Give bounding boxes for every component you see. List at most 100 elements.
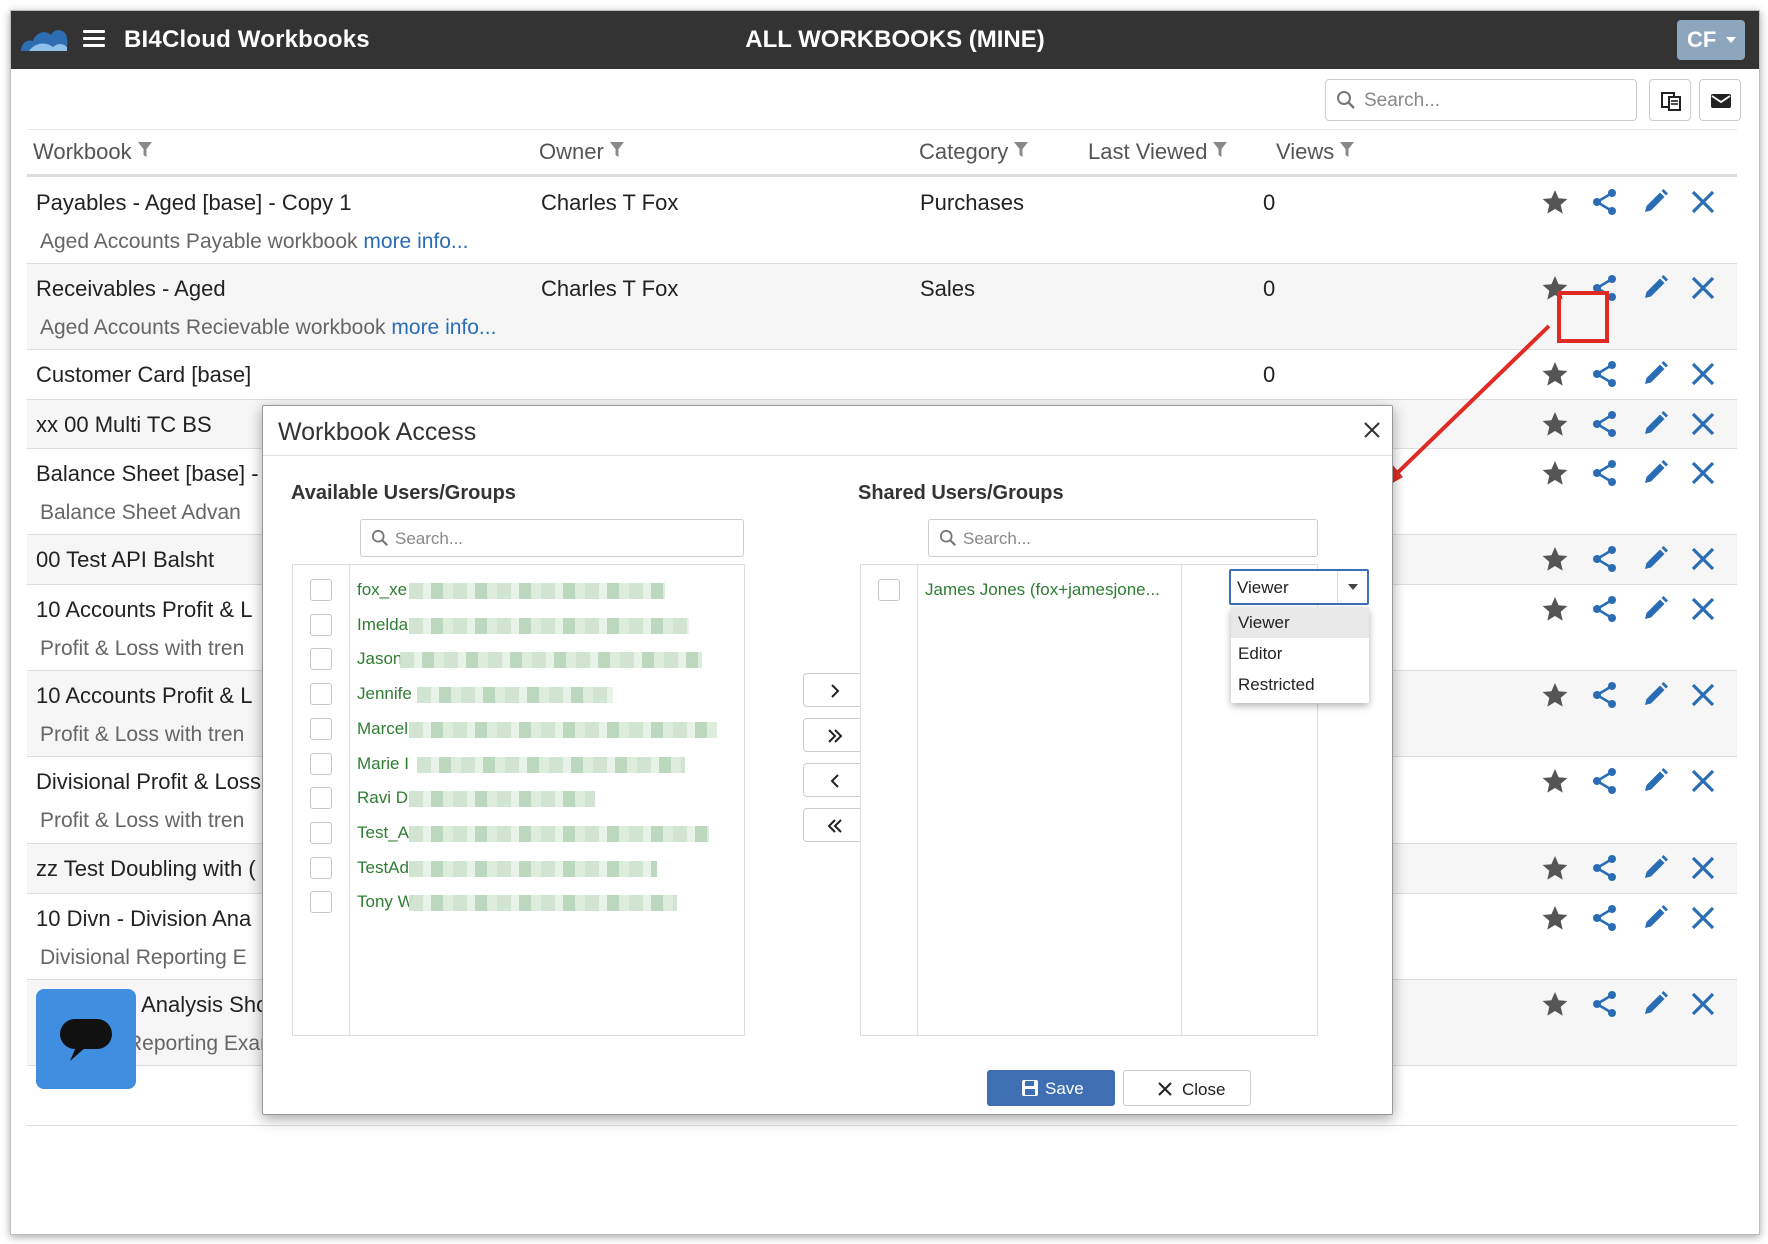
close-button[interactable]: Close (1123, 1070, 1251, 1106)
star-icon[interactable] (1541, 410, 1569, 438)
user-checkbox[interactable] (310, 579, 332, 601)
list-item[interactable]: Marie I (293, 745, 744, 783)
delete-icon[interactable] (1689, 188, 1717, 216)
star-icon[interactable] (1541, 854, 1569, 882)
star-icon[interactable] (1541, 360, 1569, 388)
list-item[interactable]: Jason (293, 640, 744, 678)
star-icon[interactable] (1541, 990, 1569, 1018)
delete-icon[interactable] (1689, 990, 1717, 1018)
star-icon[interactable] (1541, 595, 1569, 623)
user-avatar-button[interactable]: CF (1677, 20, 1745, 60)
user-checkbox[interactable] (310, 891, 332, 914)
shared-users-search-input[interactable]: Search... (928, 519, 1318, 557)
move-selected-right-button[interactable] (803, 673, 867, 707)
user-checkbox[interactable] (310, 821, 332, 844)
share-icon[interactable] (1591, 854, 1619, 882)
star-icon[interactable] (1541, 545, 1569, 573)
share-icon[interactable] (1591, 410, 1619, 438)
more-info-link[interactable]: more info... (363, 230, 468, 253)
move-all-right-button[interactable] (803, 718, 867, 752)
star-icon[interactable] (1541, 188, 1569, 216)
pencil-icon[interactable] (1641, 545, 1669, 573)
list-item[interactable]: Ravi D (293, 779, 744, 817)
user-checkbox[interactable] (878, 579, 900, 601)
list-item[interactable]: Tony W (293, 883, 744, 921)
close-icon[interactable] (1362, 420, 1382, 440)
delete-icon[interactable] (1689, 410, 1717, 438)
list-item[interactable]: Marcel (293, 710, 744, 748)
pencil-icon[interactable] (1641, 274, 1669, 302)
user-checkbox[interactable] (310, 613, 332, 636)
column-header-category[interactable]: Category (919, 139, 1029, 165)
share-icon[interactable] (1591, 904, 1619, 932)
search-input[interactable]: Search... (1325, 79, 1637, 121)
filter-icon[interactable] (1014, 142, 1029, 158)
share-icon[interactable] (1591, 459, 1619, 487)
delete-icon[interactable] (1689, 545, 1717, 573)
email-button[interactable] (1699, 79, 1741, 121)
pencil-icon[interactable] (1641, 990, 1669, 1018)
delete-icon[interactable] (1689, 681, 1717, 709)
share-icon[interactable] (1591, 681, 1619, 709)
move-selected-left-button[interactable] (803, 763, 867, 797)
share-icon[interactable] (1591, 990, 1619, 1018)
pencil-icon[interactable] (1641, 459, 1669, 487)
pencil-icon[interactable] (1641, 188, 1669, 216)
filter-icon[interactable] (1213, 142, 1228, 158)
pencil-icon[interactable] (1641, 904, 1669, 932)
pencil-icon[interactable] (1641, 767, 1669, 795)
delete-icon[interactable] (1689, 595, 1717, 623)
list-item[interactable]: TestAd (293, 849, 744, 887)
role-select[interactable]: Viewer (1229, 569, 1369, 605)
column-header-owner[interactable]: Owner (539, 139, 624, 165)
save-button[interactable]: Save (987, 1070, 1115, 1106)
delete-icon[interactable] (1689, 360, 1717, 388)
user-checkbox[interactable] (310, 856, 332, 879)
list-item[interactable]: fox_xe (293, 571, 744, 609)
table-row[interactable]: Payables - Aged [base] - Copy 1 Charles T… (27, 178, 1737, 264)
delete-icon[interactable] (1689, 854, 1717, 882)
delete-icon[interactable] (1689, 767, 1717, 795)
delete-icon[interactable] (1689, 274, 1717, 302)
pencil-icon[interactable] (1641, 681, 1669, 709)
column-header-views[interactable]: Views (1276, 139, 1355, 165)
more-info-link[interactable]: more info... (391, 316, 496, 339)
delete-icon[interactable] (1689, 459, 1717, 487)
delete-icon[interactable] (1689, 904, 1717, 932)
chevron-down-icon[interactable] (1337, 571, 1367, 603)
share-icon[interactable] (1591, 188, 1619, 216)
pencil-icon[interactable] (1641, 410, 1669, 438)
role-option-editor[interactable]: Editor (1231, 638, 1369, 669)
pencil-icon[interactable] (1641, 854, 1669, 882)
column-header-workbook[interactable]: Workbook (33, 139, 152, 165)
filter-icon[interactable] (137, 142, 152, 158)
user-checkbox[interactable] (310, 717, 332, 740)
share-icon[interactable] (1591, 545, 1619, 573)
star-icon[interactable] (1541, 767, 1569, 795)
share-icon[interactable] (1591, 360, 1619, 388)
available-users-search-input[interactable]: Search... (360, 519, 744, 557)
star-icon[interactable] (1541, 904, 1569, 932)
table-row[interactable]: Receivables - Aged Charles T Fox Sales 0 Age… (27, 264, 1737, 350)
share-icon[interactable] (1591, 595, 1619, 623)
pencil-icon[interactable] (1641, 595, 1669, 623)
pencil-icon[interactable] (1641, 360, 1669, 388)
chat-widget-button[interactable] (36, 989, 136, 1089)
move-all-left-button[interactable] (803, 808, 867, 842)
share-icon[interactable] (1591, 767, 1619, 795)
filter-icon[interactable] (1340, 142, 1355, 158)
filter-icon[interactable] (609, 142, 624, 158)
star-icon[interactable] (1541, 459, 1569, 487)
table-row[interactable]: Customer Card [base] 0 (27, 350, 1737, 400)
role-option-viewer[interactable]: Viewer (1231, 607, 1369, 638)
list-item[interactable]: Jennife (293, 675, 744, 713)
column-header-last-viewed[interactable]: Last Viewed (1088, 139, 1228, 165)
list-item[interactable]: Test_A (293, 814, 744, 852)
list-item[interactable]: Imelda (293, 606, 744, 644)
user-checkbox[interactable] (310, 648, 332, 671)
user-checkbox[interactable] (310, 683, 332, 706)
workbook-view-button[interactable] (1649, 79, 1691, 121)
user-checkbox[interactable] (310, 752, 332, 775)
user-checkbox[interactable] (310, 787, 332, 810)
star-icon[interactable] (1541, 681, 1569, 709)
